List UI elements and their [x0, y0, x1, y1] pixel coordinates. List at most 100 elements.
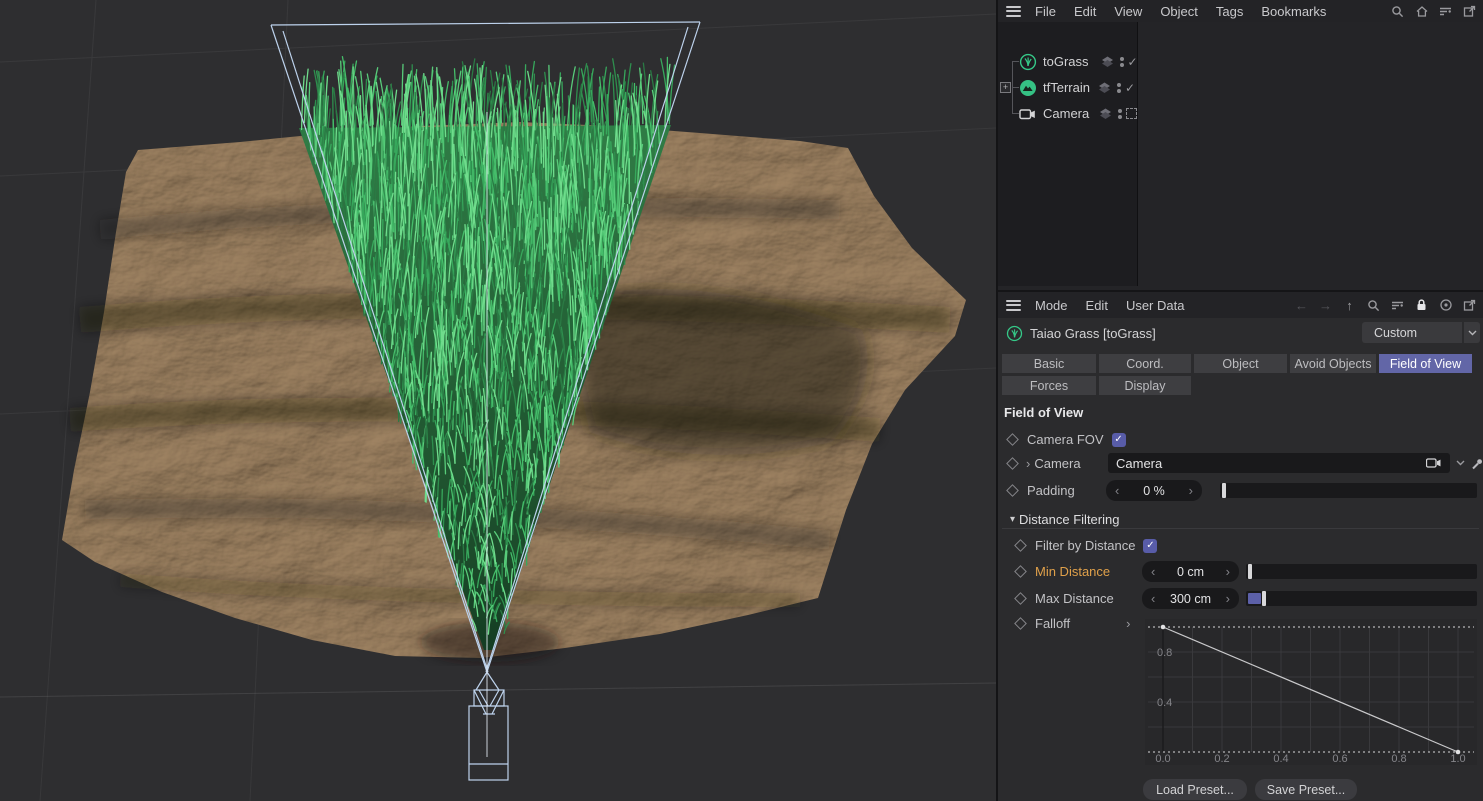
camera-link-field[interactable]: Camera [1108, 453, 1450, 473]
filter-icon[interactable] [1390, 298, 1405, 313]
svg-text:0.0: 0.0 [1155, 753, 1170, 765]
selection-corners-icon[interactable] [1126, 108, 1137, 119]
section-distance-filtering[interactable]: ▾ Distance Filtering [1002, 510, 1479, 529]
max-distance-value[interactable]: 300 cm [1170, 592, 1211, 606]
max-distance-spinner[interactable]: ‹ 300 cm › [1142, 588, 1239, 609]
param-label: Filter by Distance [1035, 538, 1135, 553]
keyframe-diamond-icon[interactable] [1014, 617, 1027, 630]
param-filter-by-distance: Filter by Distance ✓ [1016, 537, 1157, 554]
object-name[interactable]: Camera [1043, 106, 1089, 121]
menu-view[interactable]: View [1105, 4, 1151, 19]
min-distance-value[interactable]: 0 cm [1177, 565, 1204, 579]
lock-icon[interactable] [1414, 298, 1429, 313]
svg-text:0.4: 0.4 [1157, 697, 1172, 709]
menu-edit[interactable]: Edit [1077, 298, 1117, 313]
padding-slider[interactable] [1220, 483, 1477, 498]
enabled-check-icon[interactable]: ✓ [1128, 55, 1138, 69]
filter-icon[interactable] [1438, 4, 1453, 19]
keyframe-diamond-icon[interactable] [1006, 433, 1019, 446]
menu-edit[interactable]: Edit [1065, 4, 1105, 19]
attribute-title-row: Taiao Grass [toGrass] Custom [998, 322, 1483, 344]
min-distance-spinner[interactable]: ‹ 0 cm › [1142, 561, 1239, 582]
menu-mode[interactable]: Mode [1026, 298, 1077, 313]
increment-arrow[interactable]: › [1189, 483, 1193, 498]
keyframe-diamond-icon[interactable] [1014, 565, 1027, 578]
object-row-tograss[interactable]: toGrass ✓ [1019, 50, 1138, 73]
object-name[interactable]: tfTerrain [1043, 80, 1090, 95]
up-icon[interactable]: ↑ [1342, 298, 1357, 313]
tab-coord[interactable]: Coord. [1099, 354, 1191, 373]
open-panel-icon[interactable] [1462, 298, 1477, 313]
save-preset-button[interactable]: Save Preset... [1255, 779, 1357, 800]
max-distance-slider[interactable] [1246, 591, 1477, 606]
tab-field-of-view[interactable]: Field of View [1379, 354, 1472, 373]
falloff-curve-editor[interactable]: 0.00.20.40.60.81.00.80.4 [1145, 619, 1477, 765]
param-camera: › Camera Camera [1008, 453, 1477, 473]
target-icon[interactable] [1438, 298, 1453, 313]
object-manager-panel: File Edit View Object Tags Bookmarks [998, 0, 1483, 290]
back-icon[interactable]: ← [1294, 298, 1309, 313]
expand-arrow-icon[interactable]: › [1026, 456, 1030, 471]
object-name[interactable]: toGrass [1043, 54, 1089, 69]
object-row-tfterrain[interactable]: tfTerrain ✓ [1019, 76, 1135, 99]
keyframe-diamond-icon[interactable] [1006, 484, 1019, 497]
chevron-down-icon[interactable] [1456, 460, 1465, 466]
expand-toggle[interactable]: + [1000, 82, 1011, 93]
enabled-check-icon[interactable]: ✓ [1125, 81, 1135, 95]
keyframe-diamond-icon[interactable] [1006, 457, 1019, 470]
decrement-arrow[interactable]: ‹ [1151, 591, 1155, 606]
section-label: Distance Filtering [1019, 512, 1119, 527]
panel-menu-icon[interactable] [1006, 6, 1021, 17]
home-icon[interactable] [1414, 4, 1429, 19]
layers-icon[interactable] [1098, 81, 1111, 94]
object-tree[interactable]: toGrass ✓ + tfTerrain ✓ [998, 22, 1483, 286]
padding-spinner[interactable]: ‹ 0 % › [1106, 480, 1202, 501]
object-row-camera[interactable]: Camera [1019, 102, 1137, 125]
camera-fov-checkbox[interactable]: ✓ [1112, 433, 1126, 447]
search-icon[interactable] [1366, 298, 1381, 313]
chevron-down-icon[interactable] [1464, 322, 1480, 343]
layers-icon[interactable] [1099, 107, 1112, 120]
expand-arrow-icon[interactable]: › [1126, 616, 1130, 631]
visibility-dots[interactable] [1120, 57, 1124, 67]
padding-value[interactable]: 0 % [1143, 484, 1165, 498]
tab-basic[interactable]: Basic [1002, 354, 1096, 373]
load-preset-button[interactable]: Load Preset... [1143, 779, 1247, 800]
min-distance-slider[interactable] [1246, 564, 1477, 579]
viewport-3d[interactable] [0, 0, 998, 801]
param-max-distance: Max Distance ‹ 300 cm › [1016, 588, 1477, 609]
increment-arrow[interactable]: › [1226, 564, 1230, 579]
preset-dropdown[interactable]: Custom [1362, 322, 1462, 343]
search-icon[interactable] [1390, 4, 1405, 19]
menu-user-data[interactable]: User Data [1117, 298, 1194, 313]
filter-by-distance-checkbox[interactable]: ✓ [1143, 539, 1157, 553]
layers-icon[interactable] [1101, 55, 1114, 68]
keyframe-diamond-icon[interactable] [1014, 539, 1027, 552]
forward-icon[interactable]: → [1318, 298, 1333, 313]
eyedropper-icon[interactable] [1471, 457, 1483, 470]
svg-text:0.8: 0.8 [1157, 647, 1172, 659]
menu-object[interactable]: Object [1151, 4, 1207, 19]
param-falloff: Falloff › [1016, 615, 1131, 632]
menu-bookmarks[interactable]: Bookmarks [1252, 4, 1335, 19]
terrain-object-icon[interactable] [1019, 79, 1037, 97]
visibility-dots[interactable] [1118, 109, 1122, 119]
tab-forces[interactable]: Forces [1002, 376, 1096, 395]
increment-arrow[interactable]: › [1226, 591, 1230, 606]
tab-object[interactable]: Object [1194, 354, 1287, 373]
collapse-triangle-icon[interactable]: ▾ [1010, 514, 1015, 525]
camera-object-icon[interactable] [1019, 107, 1037, 121]
keyframe-diamond-icon[interactable] [1014, 592, 1027, 605]
open-panel-icon[interactable] [1462, 4, 1477, 19]
menu-file[interactable]: File [1026, 4, 1065, 19]
grass-object-icon [1006, 325, 1023, 342]
svg-text:0.2: 0.2 [1214, 753, 1229, 765]
tab-display[interactable]: Display [1099, 376, 1191, 395]
decrement-arrow[interactable]: ‹ [1115, 483, 1119, 498]
panel-menu-icon[interactable] [1006, 300, 1021, 311]
menu-tags[interactable]: Tags [1207, 4, 1252, 19]
decrement-arrow[interactable]: ‹ [1151, 564, 1155, 579]
grass-object-icon[interactable] [1019, 53, 1037, 71]
visibility-dots[interactable] [1117, 83, 1121, 93]
tab-avoid-objects[interactable]: Avoid Objects [1290, 354, 1376, 373]
